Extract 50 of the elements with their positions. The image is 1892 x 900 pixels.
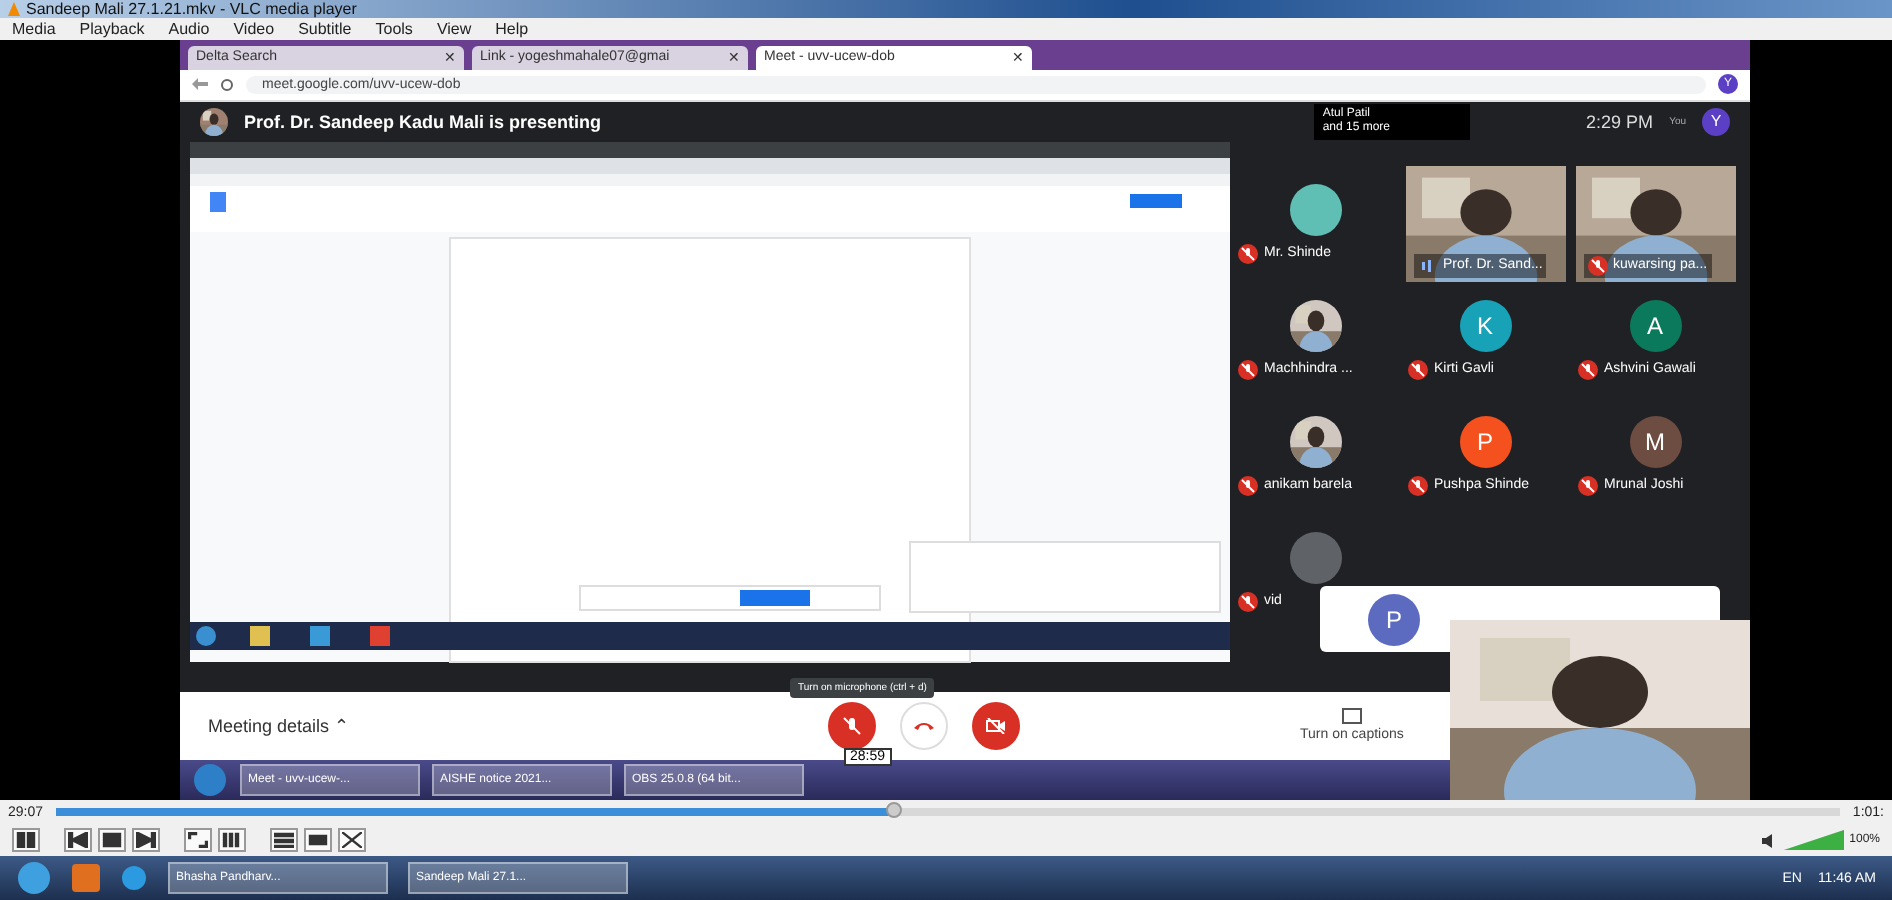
menu-item[interactable]: Subtitle	[298, 20, 352, 38]
menu-item[interactable]: Tools	[375, 20, 413, 38]
stop-button[interactable]	[98, 828, 126, 852]
captions-icon[interactable]	[1341, 708, 1362, 725]
cone-icon	[8, 2, 20, 16]
reload-icon[interactable]	[220, 77, 234, 92]
next-icon	[136, 832, 156, 848]
settings-icon	[222, 832, 242, 848]
participant-avatar: P	[1459, 415, 1511, 468]
settings-button[interactable]	[218, 828, 246, 852]
hangup-button[interactable]	[900, 701, 948, 750]
participant-avatar: P	[1368, 593, 1420, 645]
pause-icon	[16, 832, 36, 848]
start-icon[interactable]	[16, 860, 52, 896]
camera-button[interactable]	[972, 701, 1020, 750]
speaker-icon[interactable]	[1761, 833, 1778, 847]
fullscreen-icon	[188, 832, 208, 848]
hang-up-icon	[914, 719, 934, 732]
loop-button[interactable]	[304, 828, 332, 852]
meeting-time: 2:29 PM	[1586, 111, 1654, 132]
menu-item[interactable]: Playback	[79, 20, 145, 38]
fullscreen-button[interactable]	[184, 828, 212, 852]
window-title: Sandeep Mali 27.1.21.mkv - VLC media player	[26, 0, 357, 18]
playlist-button[interactable]	[270, 828, 298, 852]
participant-avatar: A	[1629, 299, 1681, 352]
shuffle-button[interactable]	[338, 828, 366, 852]
camera-off-icon	[986, 717, 1006, 734]
self-avatar[interactable]: Y	[1702, 107, 1730, 136]
next-button[interactable]	[132, 828, 160, 852]
mic-button[interactable]	[828, 701, 876, 750]
mic-off-icon	[842, 715, 862, 736]
playlist-icon	[274, 832, 294, 848]
edge-icon[interactable]	[120, 864, 148, 892]
seek-thumb[interactable]	[886, 802, 903, 818]
stop-icon	[102, 832, 122, 848]
volume-slider[interactable]	[1783, 830, 1844, 850]
menu-item[interactable]: Media	[12, 20, 56, 38]
presenting-title: Prof. Dr. Sandeep Kadu Mali is presenting	[244, 111, 602, 132]
pause-button[interactable]	[12, 828, 40, 852]
start-icon[interactable]	[192, 762, 228, 799]
participant-avatar: K	[1459, 299, 1511, 352]
menu-item[interactable]: Video	[233, 20, 275, 38]
back-icon[interactable]	[192, 78, 208, 91]
meeting-details-link[interactable]: Meeting details ⌃	[208, 715, 828, 736]
menu-item[interactable]: Help	[495, 20, 529, 38]
previous-icon	[68, 832, 88, 848]
menu-item[interactable]: Audio	[168, 20, 210, 38]
menu-item[interactable]: View	[436, 20, 472, 38]
previous-button[interactable]	[64, 828, 92, 852]
participant-avatar: M	[1629, 415, 1681, 468]
